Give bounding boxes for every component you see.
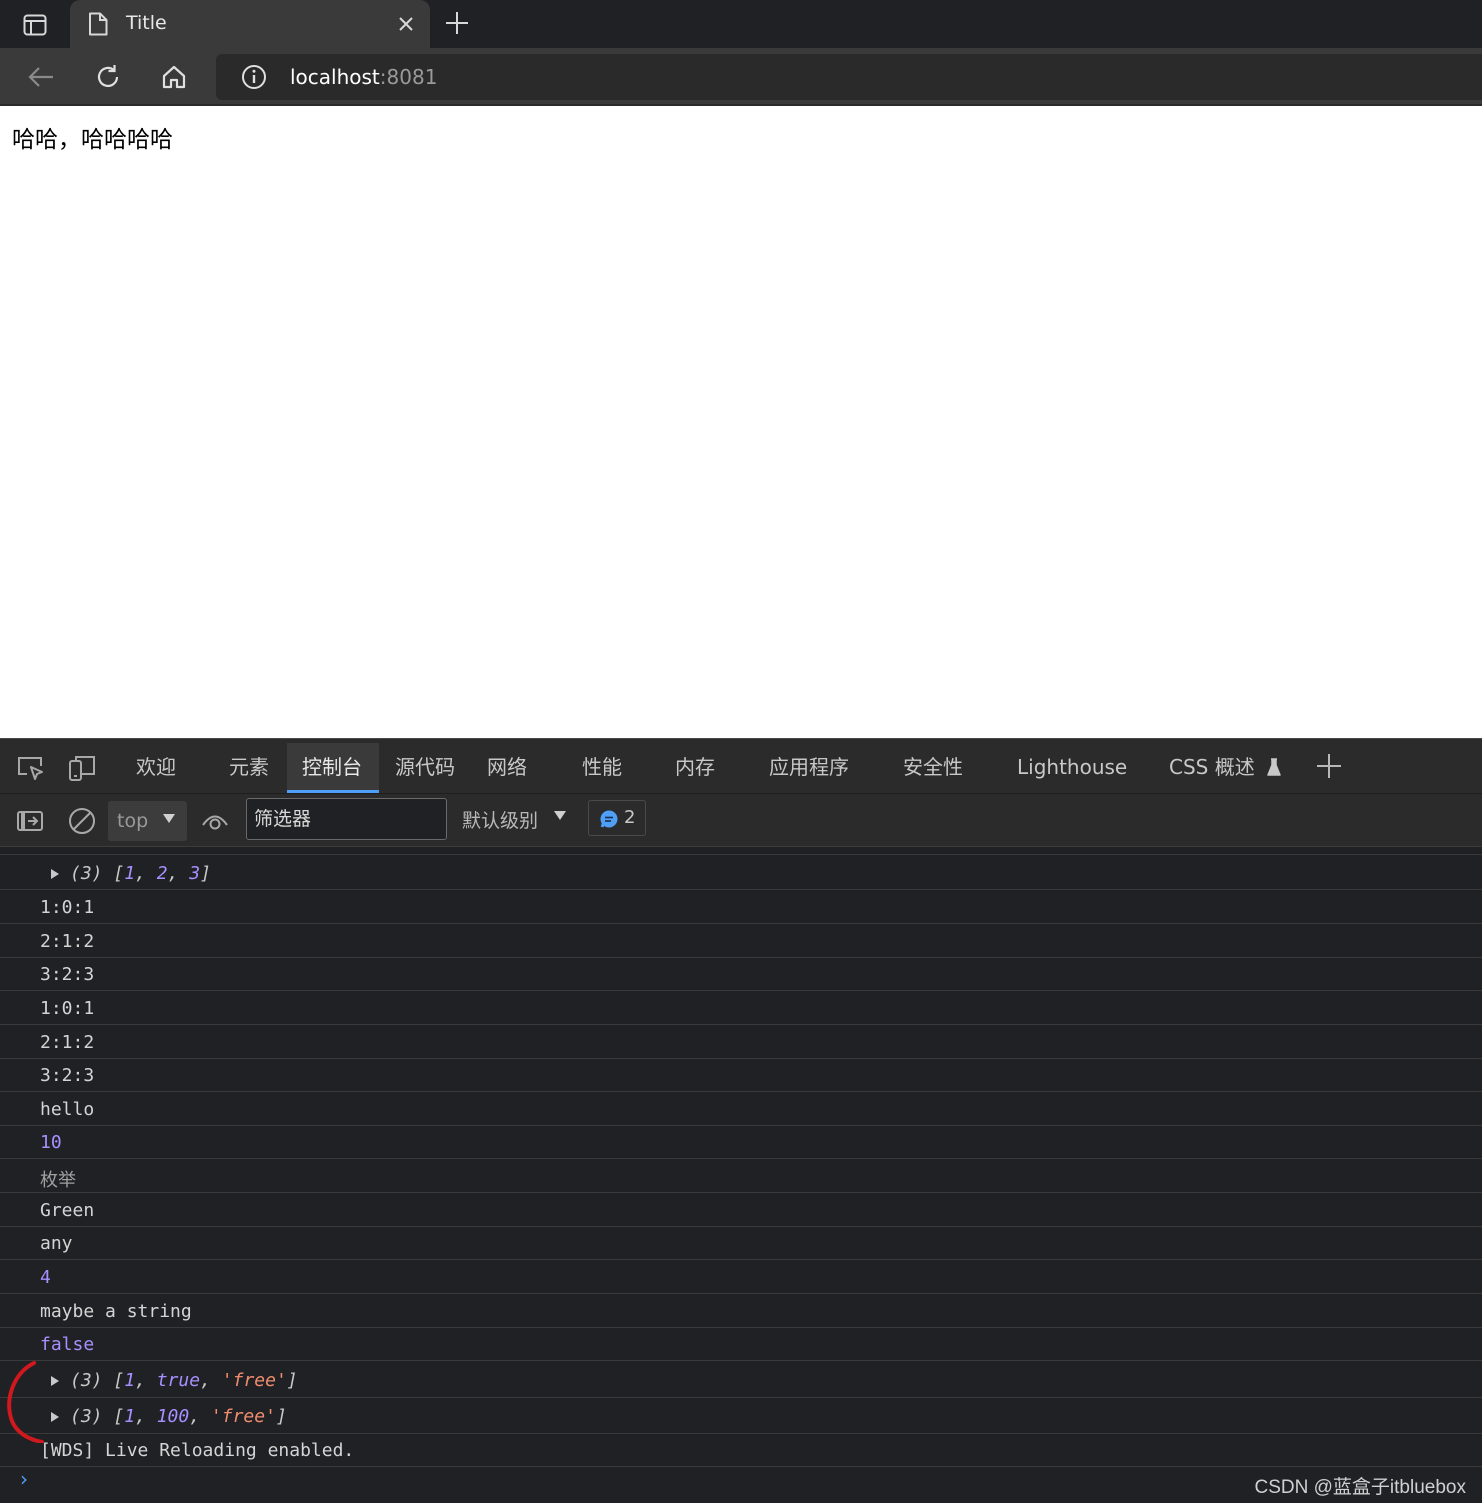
browser-navbar: localhost:8081	[0, 48, 1482, 106]
array-preview: (3) [1, 100, 'free']	[70, 1406, 287, 1427]
message-bubble-icon	[600, 810, 618, 828]
log-message: maybe a string	[40, 1301, 192, 1322]
log-message: 3:2:3	[40, 1065, 95, 1086]
array-preview: (3) [1, true, 'free']	[70, 1370, 298, 1391]
log-message: 1:0:1	[40, 998, 95, 1019]
new-tab-icon[interactable]	[443, 9, 471, 37]
console-log-row: 枚举	[0, 1160, 1482, 1193]
log-number: 4	[40, 1267, 51, 1288]
tab-network[interactable]: 网络	[487, 753, 527, 781]
array-preview: (3) [1, 2, 3]	[70, 863, 211, 884]
log-message: 1:0:1	[40, 897, 95, 918]
console-array-row[interactable]: (3) [1, 100, 'free']	[0, 1398, 1482, 1434]
page-viewport: 哈哈，哈哈哈哈	[0, 106, 1482, 738]
console-log-row: false	[0, 1328, 1482, 1361]
tab-performance[interactable]: 性能	[582, 753, 622, 781]
message-count: 2	[624, 807, 636, 828]
tab-console[interactable]: 控制台	[302, 753, 362, 781]
reload-icon[interactable]	[91, 60, 125, 94]
live-expression-eye-icon[interactable]	[200, 806, 230, 836]
tab-sources[interactable]: 源代码	[395, 753, 455, 781]
browser-tab[interactable]: Title	[70, 0, 430, 48]
console-log-row: 4	[0, 1261, 1482, 1294]
log-number: 10	[40, 1132, 62, 1153]
devtools-panel: 欢迎 元素 控制台 源代码 网络 性能 内存 应用程序 安全性 Lighthou…	[0, 738, 1482, 1503]
inspect-element-icon[interactable]	[15, 753, 45, 783]
tab-security[interactable]: 安全性	[903, 753, 963, 781]
console-prompt-caret[interactable]: ›	[20, 1467, 28, 1491]
devtools-tabbar: 欢迎 元素 控制台 源代码 网络 性能 内存 应用程序 安全性 Lighthou…	[0, 739, 1482, 793]
close-tab-icon[interactable]	[394, 12, 418, 36]
home-icon[interactable]	[157, 60, 191, 94]
console-log-row: 3:2:3	[0, 958, 1482, 991]
url-text[interactable]: localhost:8081	[290, 65, 437, 89]
expand-triangle-icon[interactable]	[50, 868, 60, 880]
sidebar-toggle-icon[interactable]	[15, 806, 45, 836]
console-array-row[interactable]: (3) [1, 2, 3]	[0, 857, 1482, 890]
context-selector[interactable]: top	[108, 801, 187, 841]
console-log-row: maybe a string	[0, 1295, 1482, 1328]
console-output: (3) [1, 2, 3] 1:0:1 2:1:2 3:2:3 1:0:1 2:…	[0, 847, 1482, 1503]
watermark: CSDN @蓝盒子itbluebox	[1254, 1477, 1466, 1498]
console-log-row: Green	[0, 1194, 1482, 1227]
tab-css-overview-label: CSS 概述	[1169, 755, 1255, 779]
tab-memory[interactable]: 内存	[675, 753, 715, 781]
console-log-row: [WDS] Live Reloading enabled.	[0, 1434, 1482, 1467]
url-port: :8081	[379, 65, 438, 89]
log-message: 2:1:2	[40, 931, 95, 952]
issues-badge[interactable]: 2	[588, 800, 646, 836]
log-message: 2:1:2	[40, 1032, 95, 1053]
expand-triangle-icon[interactable]	[50, 1411, 60, 1423]
console-toolbar: top 默认级别 2	[0, 793, 1482, 847]
back-arrow-icon[interactable]	[24, 60, 58, 94]
log-message: hello	[40, 1099, 95, 1120]
chevron-down-icon	[163, 814, 175, 823]
console-log-row: hello	[0, 1093, 1482, 1126]
browser-tabbar: Title	[0, 0, 1482, 48]
console-log-row: 2:1:2	[0, 925, 1482, 958]
address-bar[interactable]: localhost:8081	[216, 54, 1482, 100]
console-scrolled-row	[0, 847, 1482, 855]
console-log-row: 10	[0, 1126, 1482, 1159]
log-boolean: false	[40, 1334, 95, 1355]
tab-elements[interactable]: 元素	[229, 753, 269, 781]
url-host: localhost	[290, 65, 380, 89]
log-message: 3:2:3	[40, 964, 95, 985]
console-log-row: 1:0:1	[0, 992, 1482, 1025]
console-filter-input[interactable]	[246, 798, 447, 840]
console-log-row: 1:0:1	[0, 891, 1482, 924]
log-message: [WDS] Live Reloading enabled.	[40, 1440, 355, 1461]
site-info-icon[interactable]	[240, 63, 268, 91]
console-log-row: any	[0, 1227, 1482, 1260]
chevron-down-icon[interactable]	[553, 810, 567, 821]
clear-console-icon[interactable]	[67, 806, 97, 836]
red-annotation-bracket	[7, 1361, 44, 1443]
console-log-row: 2:1:2	[0, 1026, 1482, 1059]
device-toolbar-icon[interactable]	[67, 753, 97, 783]
tab-title: Title	[126, 12, 167, 34]
expand-triangle-icon[interactable]	[50, 1375, 60, 1387]
log-message: 枚举	[40, 1170, 76, 1191]
page-body-text: 哈哈，哈哈哈哈	[12, 127, 173, 153]
tab-css-overview[interactable]: CSS 概述	[1169, 753, 1281, 781]
tab-actions-icon[interactable]	[18, 11, 52, 39]
log-level-selector[interactable]: 默认级别	[462, 806, 538, 833]
tab-lighthouse[interactable]: Lighthouse	[1017, 753, 1127, 781]
context-label: top	[117, 810, 149, 832]
console-log-row: 3:2:3	[0, 1059, 1482, 1092]
more-tools-plus-icon[interactable]	[1314, 751, 1344, 781]
tab-application[interactable]: 应用程序	[769, 753, 849, 781]
console-array-row[interactable]: (3) [1, true, 'free']	[0, 1362, 1482, 1398]
experiment-flask-icon	[1267, 758, 1281, 776]
log-message: Green	[40, 1200, 95, 1221]
log-message: any	[40, 1233, 73, 1254]
document-icon	[88, 12, 108, 40]
tab-welcome[interactable]: 欢迎	[136, 753, 176, 781]
